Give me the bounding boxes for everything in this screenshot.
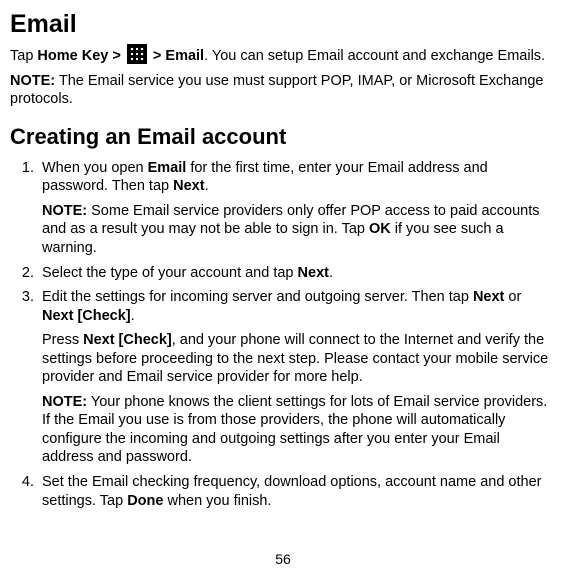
- text-bold: > Email: [149, 48, 204, 64]
- heading-email: Email: [10, 8, 552, 40]
- step-3-para: Press Next [Check], and your phone will …: [42, 331, 552, 387]
- text-bold: OK: [369, 221, 391, 237]
- page-number: 56: [0, 551, 566, 569]
- text-bold: Next: [173, 178, 204, 194]
- text-bold: Next: [473, 289, 504, 305]
- step-1-note: NOTE: Some Email service providers only …: [42, 202, 552, 258]
- text: Set the Email checking frequency, downlo…: [42, 474, 542, 509]
- heading-creating-account: Creating an Email account: [10, 123, 552, 151]
- text: Press: [42, 332, 83, 348]
- apps-grid-icon: [127, 44, 147, 64]
- text-bold: Done: [127, 493, 163, 509]
- text: Your phone knows the client settings for…: [42, 394, 547, 466]
- text: or: [504, 289, 521, 305]
- note-label: NOTE:: [42, 394, 87, 410]
- note-label: NOTE:: [10, 73, 55, 89]
- text: Select the type of your account and tap: [42, 265, 298, 281]
- text-bold: Email: [148, 160, 187, 176]
- text-bold: Next: [298, 265, 329, 281]
- text-bold: Home Key >: [37, 48, 124, 64]
- intro-line-1: Tap Home Key > > Email. You can setup Em…: [10, 44, 552, 66]
- step-3-note: NOTE: Your phone knows the client settin…: [42, 393, 552, 467]
- step-2: Select the type of your account and tap …: [38, 264, 552, 283]
- intro-note: NOTE: The Email service you use must sup…: [10, 72, 552, 109]
- text: When you open: [42, 160, 148, 176]
- text: Edit the settings for incoming server an…: [42, 289, 473, 305]
- step-3: Edit the settings for incoming server an…: [38, 288, 552, 467]
- note-label: NOTE:: [42, 203, 87, 219]
- text: Tap: [10, 48, 37, 64]
- text: .: [329, 265, 333, 281]
- text: .: [131, 308, 135, 324]
- steps-list: When you open Email for the first time, …: [10, 159, 552, 510]
- text-bold: Next [Check]: [83, 332, 172, 348]
- step-1: When you open Email for the first time, …: [38, 159, 552, 258]
- text-bold: Next [Check]: [42, 308, 131, 324]
- step-4: Set the Email checking frequency, downlo…: [38, 473, 552, 510]
- text: .: [205, 178, 209, 194]
- text: The Email service you use must support P…: [10, 73, 544, 108]
- text: . You can setup Email account and exchan…: [204, 48, 545, 64]
- text: when you finish.: [163, 493, 271, 509]
